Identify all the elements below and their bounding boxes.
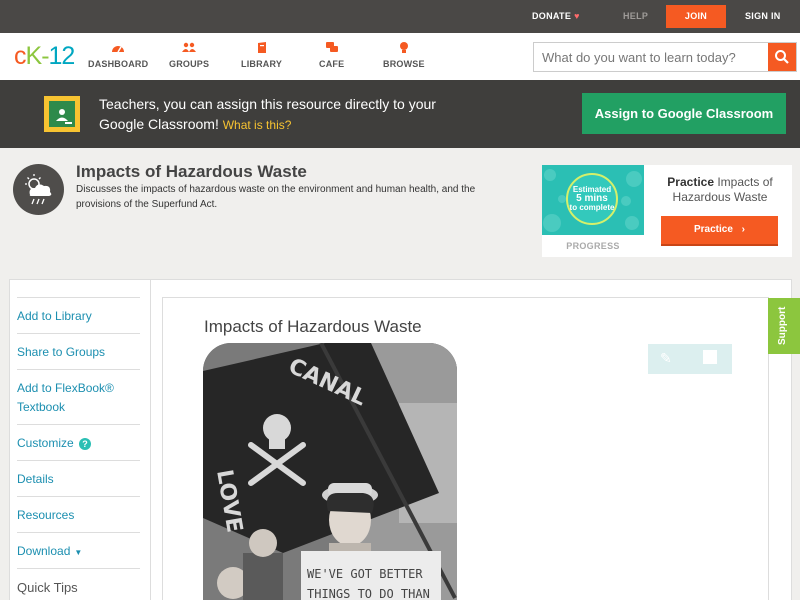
progress-label: PROGRESS — [566, 241, 620, 251]
help-question-icon[interactable]: ? — [79, 438, 92, 450]
nav-item-groups[interactable]: GROUPS — [169, 41, 209, 69]
content-tools: ✎ — [648, 344, 732, 374]
progress-tile: Estimated 5 mins to complete — [542, 165, 644, 235]
sidebar-item-download[interactable]: Download ▼ — [17, 532, 140, 568]
logo-12: 12 — [48, 42, 76, 70]
practice-button-label: Practice — [693, 224, 733, 235]
sign-in-link[interactable]: SIGN IN — [745, 0, 781, 33]
cafe-icon — [325, 42, 338, 52]
sidebar-divider — [150, 280, 151, 600]
practice-title-bold: Practice — [667, 175, 714, 189]
main-nav: cK-12 DASHBOARD GROUPS LIBRARY CAFE BROW… — [0, 33, 800, 80]
chevron-right-icon: › — [741, 224, 746, 235]
sidebar-item-resources[interactable]: Resources — [17, 496, 140, 532]
assign-google-classroom-button[interactable]: Assign to Google Classroom — [582, 93, 786, 134]
download-label: Download — [17, 544, 71, 558]
heart-icon: ♥ — [574, 11, 580, 21]
main-content-area: Add to Library Share to Groups Add to Fl… — [9, 279, 792, 600]
nav-label: GROUPS — [169, 59, 210, 69]
support-tab[interactable]: Support — [768, 298, 800, 354]
join-button[interactable]: JOIN — [666, 5, 726, 28]
logo-k: K — [25, 42, 43, 70]
help-link[interactable]: HELP — [623, 0, 648, 33]
notes-icon[interactable] — [703, 350, 717, 364]
logo-dash: - — [41, 42, 49, 70]
sidebar-item-share-to-groups[interactable]: Share to Groups — [17, 333, 140, 369]
page-description: Discusses the impacts of hazardous waste… — [76, 184, 476, 210]
what-is-this-link[interactable]: What is this? — [223, 118, 292, 132]
weather-cloud-icon — [13, 164, 64, 215]
practice-title: Practice Impacts of Hazardous Waste — [660, 175, 780, 205]
nav-label: LIBRARY — [241, 59, 283, 69]
search-icon — [775, 50, 789, 64]
nav-label: CAFE — [319, 59, 345, 69]
search-input[interactable] — [534, 43, 770, 71]
search-button[interactable] — [768, 43, 796, 71]
search-box — [533, 42, 797, 72]
logo-c: c — [14, 42, 26, 70]
nav-label: DASHBOARD — [88, 59, 149, 69]
groups-icon — [182, 42, 197, 52]
dashboard-icon — [112, 46, 125, 53]
sidebar: Add to Library Share to Groups Add to Fl… — [17, 297, 140, 600]
sign-text-line-1: WE'VE GOT BETTER — [307, 567, 423, 581]
pencil-icon[interactable]: ✎ — [660, 350, 672, 367]
nav-item-library[interactable]: LIBRARY — [241, 41, 282, 69]
practice-card: Estimated 5 mins to complete PROGRESS Pr… — [542, 165, 792, 257]
ck12-logo[interactable]: cK-12 — [14, 42, 76, 71]
content-panel: Impacts of Hazardous Waste ✎ CANAL LOVE — [162, 297, 769, 600]
nav-label: BROWSE — [383, 59, 425, 69]
nav-item-browse[interactable]: BROWSE — [383, 41, 425, 69]
sidebar-item-add-to-flexbook[interactable]: Add to FlexBook® Textbook — [17, 369, 140, 424]
caret-down-icon: ▼ — [74, 548, 83, 557]
support-label: Support — [777, 306, 788, 345]
google-classroom-text: Teachers, you can assign this resource d… — [99, 94, 459, 135]
estimated-mins: 5 mins — [576, 193, 608, 204]
protest-illustration: CANAL LOVE WE'VE GOT BETTER THINGS TO DO… — [203, 343, 457, 600]
sign-text-line-2: THINGS TO DO THAN — [307, 587, 430, 600]
donate-label: DONATE — [532, 11, 572, 21]
top-bar: DONATE ♥ HELP JOIN SIGN IN — [0, 0, 800, 33]
customize-label: Customize — [17, 436, 74, 450]
nav-item-dashboard[interactable]: DASHBOARD — [88, 41, 148, 69]
sidebar-item-details[interactable]: Details — [17, 460, 140, 496]
practice-button[interactable]: Practice › — [661, 216, 778, 244]
page-title: Impacts of Hazardous Waste — [76, 162, 307, 181]
google-classroom-icon — [44, 96, 80, 132]
content-title: Impacts of Hazardous Waste — [204, 317, 422, 336]
estimated-to-complete: to complete — [569, 203, 615, 212]
google-classroom-banner: Teachers, you can assign this resource d… — [0, 80, 800, 148]
sidebar-item-quick-tips[interactable]: Quick Tips — [17, 568, 140, 600]
nav-item-cafe[interactable]: CAFE — [319, 41, 344, 69]
donate-link[interactable]: DONATE ♥ — [532, 0, 580, 33]
estimated-time-badge: Estimated 5 mins to complete — [566, 173, 618, 225]
sidebar-item-add-to-library[interactable]: Add to Library — [17, 297, 140, 333]
browse-icon — [399, 42, 408, 53]
protest-photo: CANAL LOVE WE'VE GOT BETTER THINGS TO DO… — [203, 343, 457, 600]
library-icon — [257, 42, 266, 53]
sidebar-item-customize[interactable]: Customize ? — [17, 424, 140, 460]
